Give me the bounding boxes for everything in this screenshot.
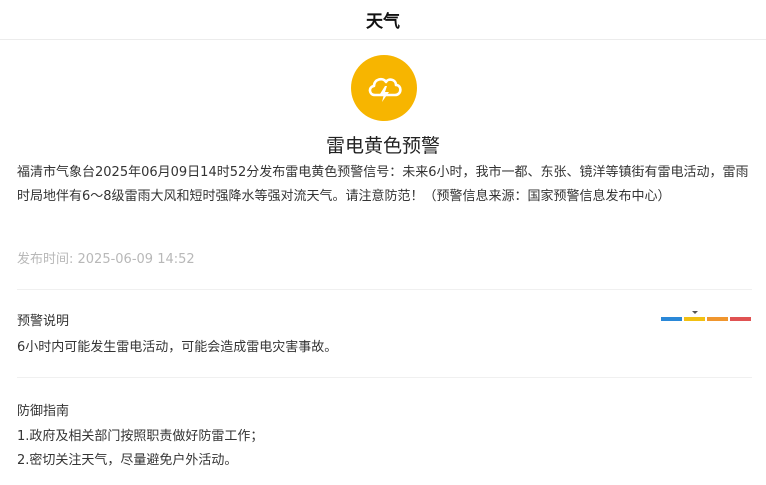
divider — [17, 289, 752, 290]
defense-guide-list: 1.政府及相关部门按照职责做好防雷工作； 2.密切关注天气，尽量避免户外活动。 — [17, 425, 263, 473]
page-title: 天气 — [366, 12, 400, 32]
defense-guide-item: 2.密切关注天气，尽量避免户外活动。 — [17, 453, 238, 468]
divider — [17, 377, 752, 378]
warning-desc-text: 6小时内可能发生雷电活动，可能会造成雷电灾害事故。 — [17, 340, 338, 355]
level-marker-icon — [691, 311, 698, 314]
defense-guide-label: 防御指南 — [17, 404, 70, 419]
publish-time: 发布时间: 2025-06-09 14:52 — [17, 252, 195, 267]
defense-guide-item: 1.政府及相关部门按照职责做好防雷工作； — [17, 429, 264, 444]
level-bar-blue — [661, 317, 682, 321]
thunderstorm-icon — [351, 55, 417, 121]
level-bar-red — [730, 317, 751, 321]
level-bar-yellow — [684, 317, 705, 321]
alert-content: 福清市气象台2025年06月09日14时52分发布雷电黄色预警信号：未来6小时，… — [17, 165, 749, 204]
alert-title: 雷电黄色预警 — [325, 135, 440, 157]
page-header: 天气 — [0, 0, 766, 40]
level-bar-orange — [707, 317, 728, 321]
warning-desc-label: 预警说明 — [17, 314, 70, 329]
warning-level-scale — [661, 311, 752, 321]
